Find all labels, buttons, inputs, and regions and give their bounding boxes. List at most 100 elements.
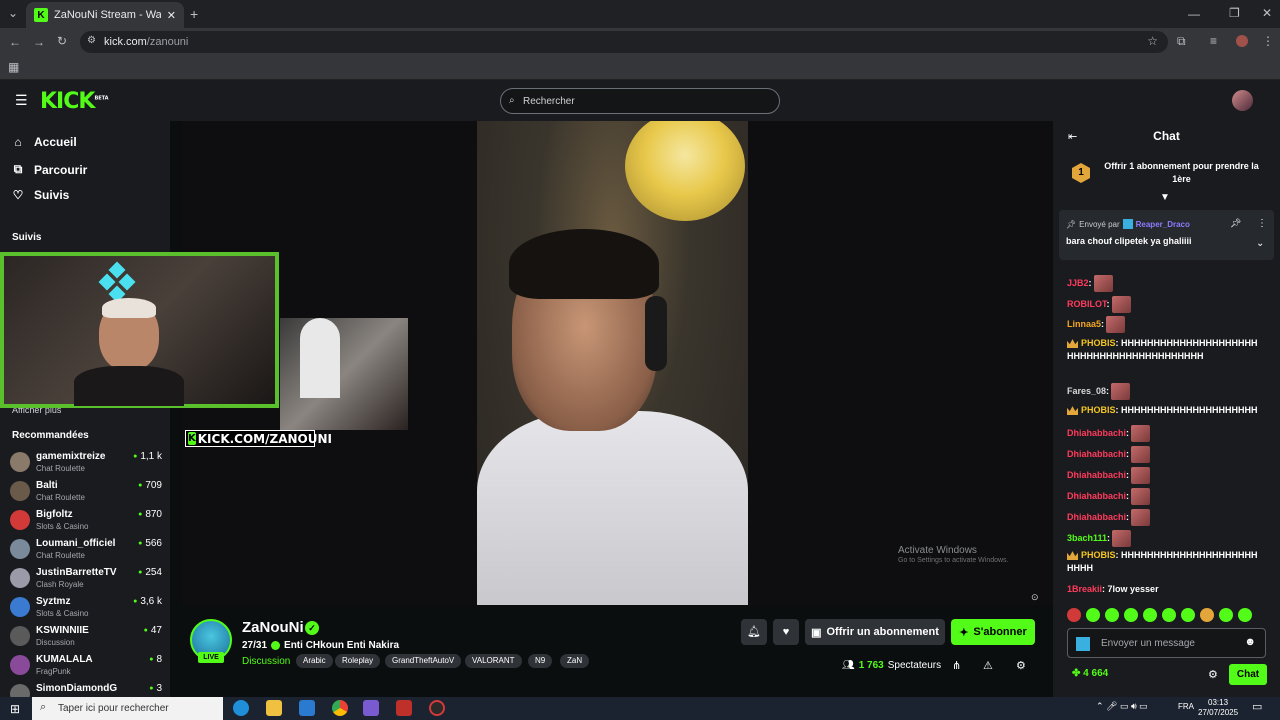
close-tab-icon[interactable]: ✕ [167, 9, 176, 22]
stream-tag[interactable]: VALORANT [465, 654, 522, 668]
sidebar-recommended-item[interactable]: gamemixtreize Chat Roulette 1,1 k [10, 448, 162, 476]
channel-name[interactable]: ZaNouNi [242, 619, 304, 636]
pinned-message[interactable] [1059, 210, 1274, 260]
extensions-icon[interactable]: ⧉ [1177, 34, 1186, 49]
chat-username[interactable]: JJB2 [1067, 278, 1089, 288]
theater-mode-icon[interactable]: ⊙ [1031, 592, 1039, 603]
chat-settings-icon[interactable]: ⚙ [1208, 668, 1218, 681]
tab-list-icon[interactable]: ⌄ [8, 6, 18, 20]
sidebar-recommended-item[interactable]: Loumani_officiel Chat Roulette 566 [10, 535, 162, 563]
stream-category[interactable]: Discussion [242, 656, 290, 667]
emote-icon[interactable] [1086, 608, 1100, 622]
sidebar-item-following[interactable]: ♡ Suivis [12, 188, 70, 202]
chat-username[interactable]: Dhiahabbachi [1067, 470, 1126, 480]
site-info-icon[interactable]: ⚙ [87, 35, 96, 46]
notifications-button[interactable]: 🔔︎ [741, 619, 767, 645]
sidebar-recommended-item[interactable]: JustinBarretteTV Clash Royale 254 [10, 564, 162, 592]
url-field[interactable]: ⚙ kick.com/zanouni ☆ [80, 31, 1168, 53]
chat-send-button[interactable]: Chat [1229, 664, 1267, 685]
subscribe-button[interactable]: ✦ S'abonner [951, 619, 1035, 645]
pinned-more-icon[interactable]: ⋮ [1257, 218, 1267, 229]
pinned-user[interactable]: Reaper_Draco [1136, 220, 1190, 229]
chat-input[interactable]: Envoyer un message ☻ [1067, 628, 1266, 658]
search-input[interactable]: ⌕ Rechercher [500, 88, 780, 114]
reload-icon[interactable]: ↻ [57, 34, 67, 48]
chat-username[interactable]: Dhiahabbachi [1067, 512, 1126, 522]
taskbar-search[interactable]: ⌕ Taper ici pour rechercher [32, 697, 223, 720]
share-icon[interactable]: ⋔ [952, 659, 961, 672]
chat-username[interactable]: PHOBIS [1081, 550, 1116, 560]
gift-sub-button[interactable]: ▣ Offrir un abonnement [805, 619, 945, 645]
emote-icon[interactable] [1200, 608, 1214, 622]
gift-leaderboard-banner[interactable]: Offrir 1 abonnement pour prendre la 1ère [1104, 160, 1259, 186]
chrome-icon[interactable] [332, 700, 348, 716]
taskbar-clock[interactable]: 03:13 27/07/2025 [1198, 698, 1238, 718]
tray-icons[interactable]: ⌃ 🎤︎ ▭ 🔊︎ ▭ [1096, 701, 1148, 712]
discord-icon[interactable] [363, 700, 379, 716]
chat-username[interactable]: 3bach111 [1067, 533, 1107, 543]
kick-logo[interactable]: KICKBETA [40, 89, 109, 114]
chat-username[interactable]: Dhiahabbachi [1067, 449, 1126, 459]
sidebar-item-browse[interactable]: ⧉ Parcourir [12, 162, 88, 177]
chat-identity-icon[interactable] [1076, 637, 1090, 651]
sidebar-recommended-item[interactable]: Balti Chat Roulette 709 [10, 477, 162, 505]
store-icon[interactable] [299, 700, 315, 716]
chat-username[interactable]: Fares_08 [1067, 386, 1106, 396]
edge-icon[interactable] [233, 700, 249, 716]
search-placeholder: Rechercher [523, 95, 575, 107]
emote-icon[interactable] [1105, 608, 1119, 622]
stream-tag[interactable]: Arabic [296, 654, 333, 668]
new-tab-icon[interactable]: + [190, 6, 198, 22]
emote-icon[interactable] [1143, 608, 1157, 622]
report-icon[interactable]: ⚠ [983, 659, 993, 672]
windows-start-icon[interactable]: ⊞ [10, 702, 20, 716]
chat-username[interactable]: Dhiahabbachi [1067, 428, 1126, 438]
sidebar-recommended-item[interactable]: KUMALALA FragPunk 8 [10, 651, 162, 679]
expand-leaderboard-icon[interactable]: ▼ [1160, 192, 1170, 203]
sidebar-recommended-item[interactable]: KSWINNIIE Discussion 47 [10, 622, 162, 650]
obs-icon[interactable] [429, 700, 445, 716]
close-window-icon[interactable]: ✕ [1262, 6, 1272, 20]
minimize-icon[interactable]: — [1188, 7, 1200, 21]
browser-tab[interactable]: K ZaNouNi Stream - Watch Live o ✕ [26, 2, 184, 28]
emote-icon[interactable] [1067, 608, 1081, 622]
stream-tag[interactable]: N9 [528, 654, 553, 668]
sidebar-recommended-item[interactable]: Syztmz Slots & Casino 3,6 k [10, 593, 162, 621]
sidebar-item-home[interactable]: ⌂ Accueil [12, 135, 76, 149]
bookmark-star-icon[interactable]: ☆ [1147, 34, 1158, 48]
menu-hamburger-icon[interactable]: ☰ [15, 92, 28, 109]
emoji-picker-icon[interactable]: ☻ [1244, 636, 1256, 648]
follow-button[interactable]: ♥ [773, 619, 799, 645]
notifications-icon[interactable]: ▭ [1252, 700, 1262, 713]
maximize-icon[interactable]: ❐ [1229, 6, 1240, 20]
stream-tag[interactable]: ZaN [560, 654, 590, 668]
emote-icon[interactable] [1162, 608, 1176, 622]
media-control-icon[interactable]: ≡ [1210, 34, 1217, 48]
emote-icon[interactable] [1181, 608, 1195, 622]
emote-icon[interactable] [1124, 608, 1138, 622]
back-icon[interactable]: ← [9, 35, 21, 49]
sidebar-recommended-item[interactable]: Bigfoltz Slots & Casino 870 [10, 506, 162, 534]
chat-username[interactable]: 1Breakii [1067, 584, 1102, 594]
chat-username[interactable]: Linnaa5 [1067, 319, 1101, 329]
user-avatar[interactable] [1232, 90, 1253, 111]
stream-tag[interactable]: GrandTheftAutoV [385, 654, 462, 668]
chat-username[interactable]: PHOBIS [1081, 405, 1116, 415]
pinned-expand-icon[interactable]: ⌄ [1256, 238, 1264, 249]
profile-icon[interactable] [1236, 35, 1248, 47]
pin-toggle-icon[interactable]: 📌︎ [1230, 218, 1241, 229]
chat-username[interactable]: Dhiahabbachi [1067, 491, 1126, 501]
file-explorer-icon[interactable] [266, 700, 282, 716]
language-indicator[interactable]: FRA [1178, 702, 1194, 711]
apps-grid-icon[interactable]: ▦ [8, 60, 19, 74]
chat-username[interactable]: ROBILOT [1067, 299, 1107, 309]
channel-points[interactable]: ✤ 4 664 [1072, 668, 1108, 679]
chat-username[interactable]: PHOBIS [1081, 338, 1116, 348]
voicemeeter-icon[interactable] [396, 700, 412, 716]
browser-menu-icon[interactable]: ⋮ [1262, 34, 1274, 48]
user-settings-icon[interactable]: ⚙ [1016, 659, 1026, 672]
emote-icon[interactable] [1238, 608, 1252, 622]
forward-icon[interactable]: → [33, 35, 45, 49]
emote-icon[interactable] [1219, 608, 1233, 622]
stream-tag[interactable]: Roleplay [335, 654, 381, 668]
